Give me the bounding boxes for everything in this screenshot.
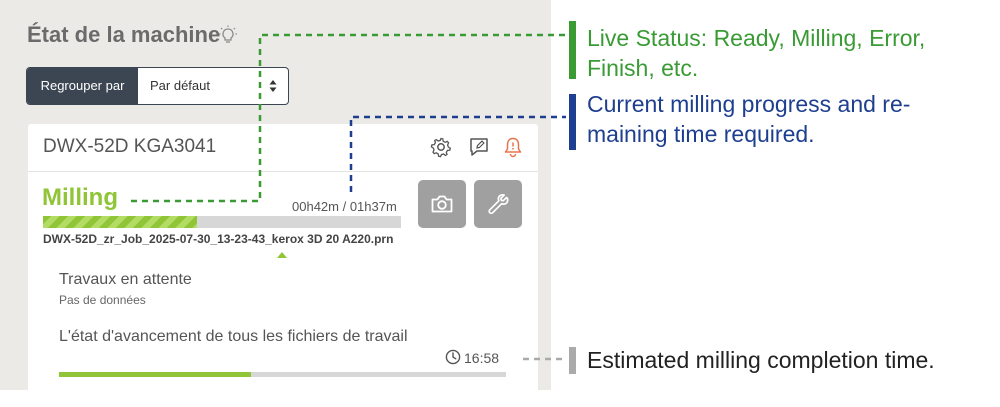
progress-annotation-line-2: maining time required. <box>587 121 815 147</box>
status-annotation-marker <box>569 21 576 79</box>
progress-annotation: Current milling progress and re- maining… <box>587 89 910 149</box>
progress-callout-line <box>349 115 566 192</box>
completion-annotation: Estimated milling completion time. <box>587 345 935 375</box>
status-annotation-line-2: Finish, etc. <box>587 55 699 81</box>
status-annotation: Live Status: Ready, Milling, Error, Fini… <box>587 23 925 83</box>
progress-annotation-marker <box>569 94 576 150</box>
status-annotation-line-1: Live Status: Ready, Milling, Error, <box>587 25 926 51</box>
completion-annotation-line-1: Estimated milling completion time. <box>587 347 935 373</box>
progress-annotation-line-1: Current milling progress and re- <box>587 91 911 117</box>
completion-annotation-marker <box>569 347 576 374</box>
